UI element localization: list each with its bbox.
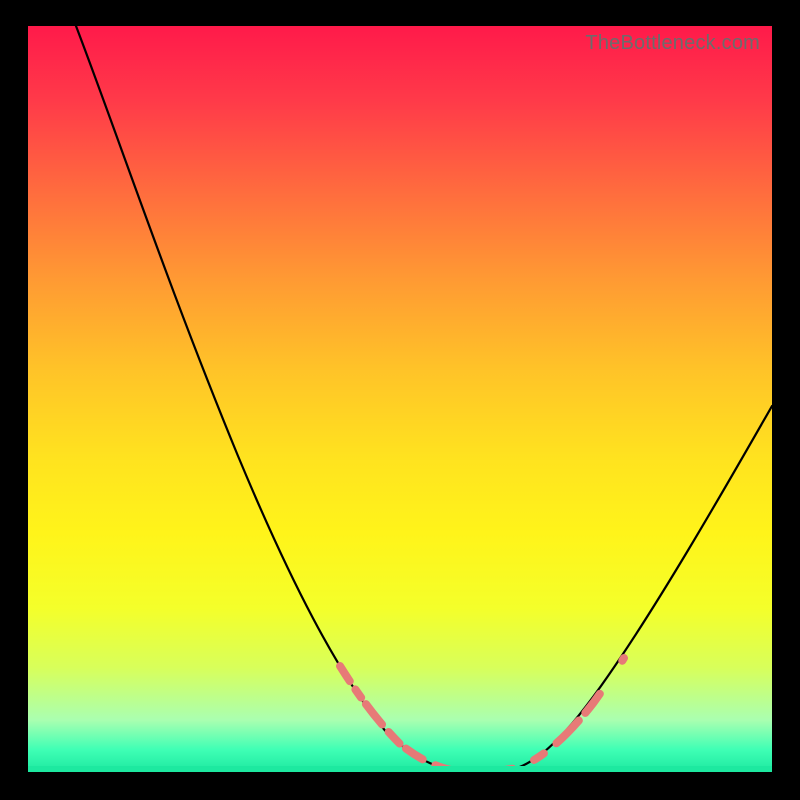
chart-plot-area: TheBottleneck.com [28,26,772,772]
highlight-segment-left [340,666,516,772]
curve-left-arm [76,26,474,772]
baseline-strip [28,766,772,772]
curve-right-arm [510,406,772,770]
bottleneck-curve-svg [28,26,772,772]
